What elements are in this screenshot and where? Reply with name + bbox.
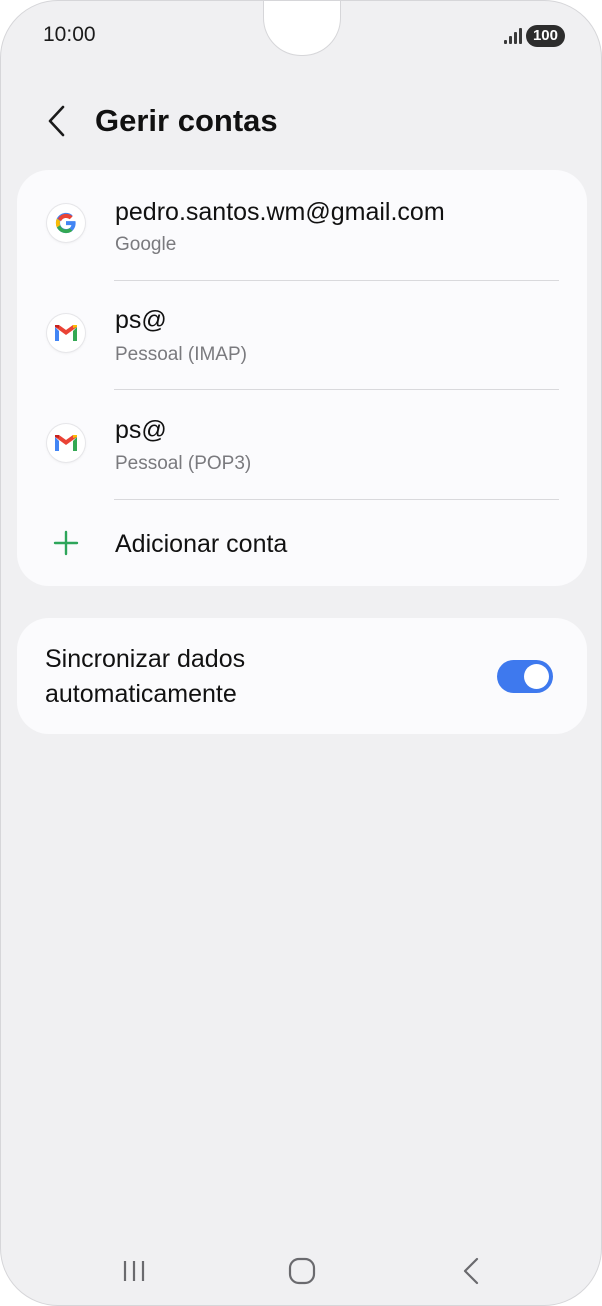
toggle-knob	[524, 664, 549, 689]
account-row-pop3[interactable]: ps@ Pessoal (POP3)	[17, 390, 587, 498]
add-account-label: Adicionar conta	[115, 530, 288, 558]
app-header: Gerir contas	[1, 91, 601, 151]
phone-screen: 10:00 100 Gerir contas pedro.santos.wm@g…	[0, 0, 602, 1306]
account-email: ps@	[115, 416, 167, 444]
sync-toggle[interactable]	[497, 660, 553, 693]
recents-button[interactable]	[104, 1247, 164, 1295]
account-type: Pessoal (IMAP)	[115, 344, 247, 365]
google-icon	[47, 204, 85, 242]
camera-notch	[263, 1, 341, 56]
recents-icon	[123, 1261, 145, 1281]
back-icon	[463, 1257, 479, 1285]
account-email: pedro.santos.wm@gmail.com	[115, 198, 445, 226]
battery-indicator: 100	[525, 25, 565, 47]
chevron-left-icon	[48, 105, 65, 137]
home-button[interactable]	[272, 1247, 332, 1295]
accounts-card: pedro.santos.wm@gmail.com Google ps@ Pes…	[17, 170, 587, 586]
status-indicators: 100	[503, 25, 565, 47]
signal-icon	[503, 28, 522, 44]
add-account-button[interactable]: Adicionar conta	[17, 500, 587, 586]
account-row-google[interactable]: pedro.santos.wm@gmail.com Google	[17, 170, 587, 278]
account-type: Pessoal (POP3)	[115, 453, 252, 474]
plus-icon	[53, 530, 79, 556]
account-row-imap[interactable]: ps@ Pessoal (IMAP)	[17, 280, 587, 388]
status-time: 10:00	[43, 23, 96, 46]
sync-card: Sincronizar dados automaticamente	[17, 618, 587, 734]
gmail-icon	[47, 314, 85, 352]
nav-back-button[interactable]	[441, 1247, 501, 1295]
navigation-bar	[1, 1241, 601, 1301]
back-button[interactable]	[35, 99, 79, 143]
sync-label: Sincronizar dados automaticamente	[45, 645, 246, 708]
gmail-icon	[47, 424, 85, 462]
account-type: Google	[115, 234, 177, 255]
page-title: Gerir contas	[95, 103, 278, 138]
home-icon	[288, 1257, 316, 1285]
account-email: ps@	[115, 306, 167, 334]
